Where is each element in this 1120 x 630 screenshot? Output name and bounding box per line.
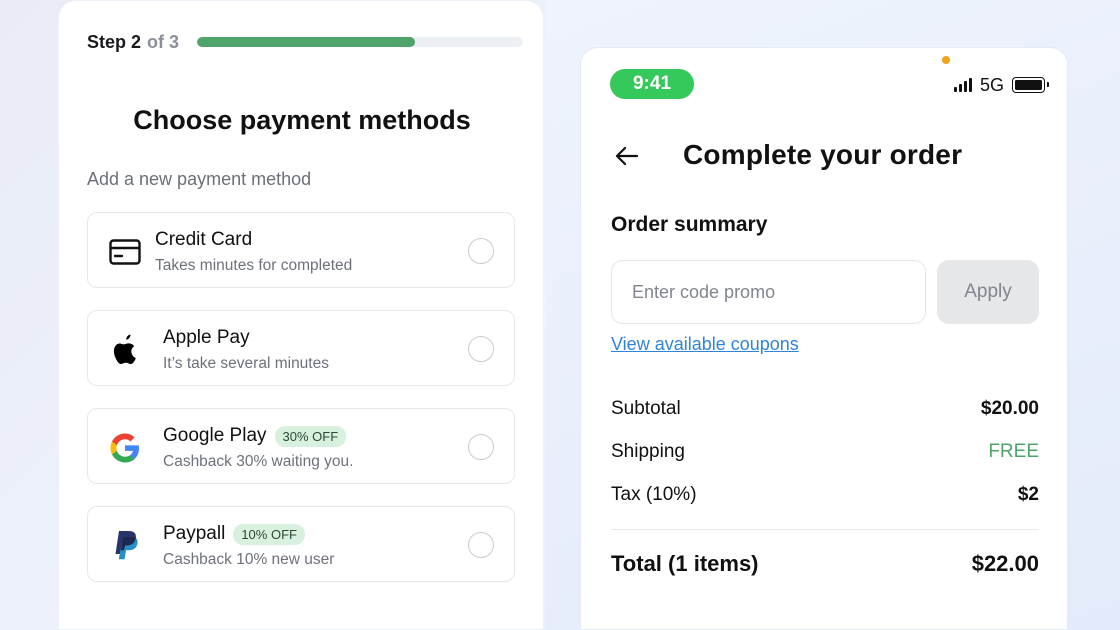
total-row: Total (1 items) $22.00 bbox=[611, 551, 1039, 577]
total-label: Total (1 items) bbox=[611, 551, 759, 576]
payment-option-name: Apple Pay bbox=[163, 327, 250, 349]
promo-code-input[interactable] bbox=[611, 260, 926, 324]
battery-icon bbox=[1012, 77, 1049, 93]
summary-label: Tax (10%) bbox=[611, 484, 697, 505]
signal-icon bbox=[953, 78, 972, 92]
payment-option-credit-card[interactable]: Credit Card Takes minutes for completed bbox=[87, 212, 515, 288]
order-summary-heading: Order summary bbox=[611, 213, 768, 236]
step-progress-fill bbox=[197, 37, 416, 47]
phone-screen: 9:41 5G Complete your order Order summar… bbox=[580, 47, 1068, 630]
apple-icon bbox=[108, 333, 142, 367]
summary-divider bbox=[611, 529, 1039, 530]
apply-promo-button[interactable]: Apply bbox=[937, 260, 1039, 324]
payment-option-subtitle: Cashback 30% waiting you. bbox=[163, 453, 354, 470]
status-bar-right: 5G bbox=[953, 74, 1049, 96]
step-total: of 3 bbox=[147, 31, 180, 52]
payment-option-google-play[interactable]: Google Play 30% OFF Cashback 30% waiting… bbox=[87, 408, 515, 484]
status-time: 9:41 bbox=[610, 69, 694, 99]
page-title: Choose payment methods bbox=[133, 105, 471, 135]
payment-option-name: Google Play 30% OFF bbox=[163, 425, 347, 447]
credit-card-icon bbox=[108, 235, 142, 269]
summary-label: Shipping bbox=[611, 441, 685, 462]
back-arrow-icon[interactable] bbox=[611, 142, 643, 170]
paypal-icon bbox=[108, 529, 142, 563]
payment-option-label: Google Play bbox=[163, 425, 267, 446]
payment-option-subtitle: Cashback 10% new user bbox=[163, 551, 335, 568]
summary-value: $20.00 bbox=[980, 398, 1039, 419]
payment-option-name: Paypall 10% OFF bbox=[163, 523, 305, 545]
radio-button[interactable] bbox=[468, 532, 494, 558]
payment-option-label: Apple Pay bbox=[163, 327, 250, 348]
network-label: 5G bbox=[979, 74, 1004, 95]
payment-option-apple-pay[interactable]: Apple Pay It’s take several minutes bbox=[87, 310, 515, 386]
view-coupons-link[interactable]: View available coupons bbox=[611, 334, 799, 355]
payment-option-name: Credit Card bbox=[155, 229, 252, 251]
google-icon bbox=[108, 431, 142, 465]
payment-option-subtitle: It’s take several minutes bbox=[163, 355, 329, 372]
payment-option-label: Credit Card bbox=[155, 229, 253, 250]
discount-badge: 10% OFF bbox=[233, 523, 305, 545]
privacy-indicator-dot bbox=[942, 56, 950, 64]
summary-value: $2 bbox=[1017, 484, 1039, 505]
order-title: Complete your order bbox=[683, 139, 963, 170]
radio-button[interactable] bbox=[468, 238, 494, 264]
payment-option-label: Paypall bbox=[163, 523, 226, 544]
step-indicator: Step 2 of 3 bbox=[87, 31, 179, 53]
step-current: Step 2 bbox=[87, 31, 142, 52]
step-progress-bar bbox=[197, 37, 523, 47]
radio-button[interactable] bbox=[468, 336, 494, 362]
section-label: Add a new payment method bbox=[87, 169, 312, 189]
discount-badge: 30% OFF bbox=[274, 425, 347, 447]
summary-row-tax: Tax (10%) $2 bbox=[611, 484, 1039, 506]
summary-row-subtotal: Subtotal $20.00 bbox=[611, 398, 1039, 420]
payment-option-paypal[interactable]: Paypall 10% OFF Cashback 10% new user bbox=[87, 506, 515, 582]
payment-option-subtitle: Takes minutes for completed bbox=[155, 257, 353, 274]
summary-row-shipping: Shipping FREE bbox=[611, 441, 1039, 463]
radio-button[interactable] bbox=[468, 434, 494, 460]
payment-methods-panel: Step 2 of 3 Choose payment methods Add a… bbox=[58, 0, 544, 630]
total-value: $22.00 bbox=[971, 551, 1039, 576]
summary-value: FREE bbox=[988, 441, 1039, 462]
summary-label: Subtotal bbox=[611, 398, 681, 419]
